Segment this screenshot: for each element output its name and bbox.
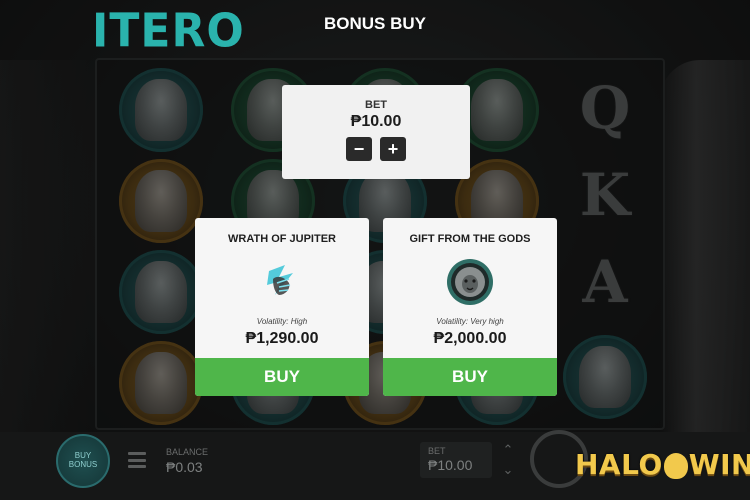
chevron-up-icon[interactable]: ⌃ xyxy=(503,442,514,458)
offer-price: ₱1,290.00 xyxy=(245,330,319,347)
chevron-down-icon[interactable]: ⌄ xyxy=(503,462,514,478)
buy-button-wrath-of-jupiter[interactable]: BUY xyxy=(195,358,369,396)
offer-volatility: Volatility: High xyxy=(256,317,308,326)
buy-bonus-button[interactable]: BUY BONUS xyxy=(56,434,110,488)
bet-display: BET ₱10.00 xyxy=(420,442,492,478)
bet-adjust-arrows: ⌃ ⌄ xyxy=(496,442,520,478)
balance-value: ₱0.03 xyxy=(166,459,203,475)
buy-bonus-label-line2: BONUS xyxy=(68,460,98,469)
modal-overlay xyxy=(0,0,750,500)
watermark-left-text: HALO xyxy=(575,448,663,481)
offer-title: GIFT FROM THE GODS xyxy=(409,233,531,245)
halowin-watermark-logo: HALO WIN xyxy=(575,448,750,481)
offer-title: WRATH OF JUPITER xyxy=(228,233,336,245)
bet-value: ₱10.00 xyxy=(350,113,402,130)
increase-bet-button[interactable]: + xyxy=(380,137,406,161)
bonus-offer-card: WRATH OF JUPITER Volatility: High ₱1,290… xyxy=(195,218,369,396)
decrease-bet-button[interactable]: − xyxy=(346,137,372,161)
bet-display-value: ₱10.00 xyxy=(428,457,473,473)
mascot-icon xyxy=(663,452,688,479)
bet-panel: BET ₱10.00 − + xyxy=(282,85,470,179)
balance-display: BALANCE ₱0.03 xyxy=(166,447,208,475)
bet-label: BET xyxy=(365,99,387,111)
lightning-hand-icon xyxy=(257,257,307,307)
watermark-right-text: WIN xyxy=(688,448,750,481)
buy-button-gift-from-the-gods[interactable]: BUY xyxy=(383,358,557,396)
balance-label: BALANCE xyxy=(166,447,209,457)
lion-medallion-icon xyxy=(445,257,495,307)
page-title: BONUS BUY xyxy=(323,14,426,33)
offer-price: ₱2,000.00 xyxy=(433,330,507,347)
menu-icon[interactable] xyxy=(128,452,146,468)
offer-volatility: Volatility: Very high xyxy=(436,317,504,326)
bonus-offer-card: GIFT FROM THE GODS Volatility: Very high… xyxy=(383,218,557,396)
bet-display-label: BET xyxy=(428,446,446,456)
